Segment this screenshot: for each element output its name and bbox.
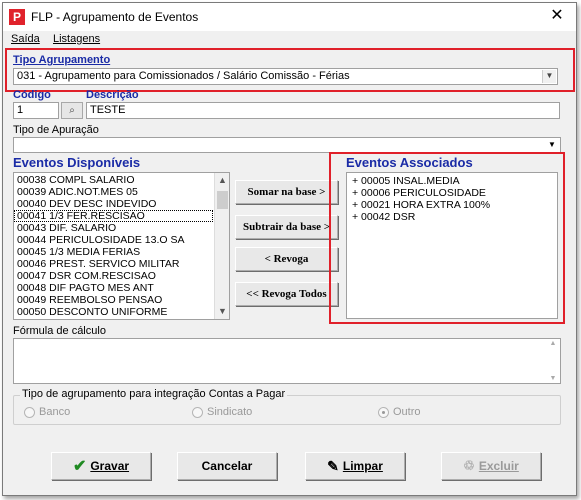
descricao-label: Descrição <box>86 89 139 101</box>
eventos-associados-rows: + 00005 INSAL.MEDIA + 00006 PERICULOSIDAD… <box>349 175 557 223</box>
chevron-down-icon[interactable]: ▼ <box>547 375 559 382</box>
codigo-label: Código <box>13 89 51 101</box>
list-item[interactable]: 00038 COMPL SALARIO <box>14 174 213 186</box>
menu-item-saida[interactable]: Saída <box>11 33 40 45</box>
list-item[interactable]: + 00005 INSAL.MEDIA <box>349 175 557 187</box>
excluir-label: Excluir <box>478 459 519 473</box>
revoga-todos-label: << Revoga Todos <box>246 288 327 300</box>
codigo-input[interactable]: 1 <box>13 102 59 119</box>
tipo-agrupamento-value: 031 - Agrupamento para Comissionados / S… <box>17 70 350 82</box>
limpar-button[interactable]: ✎ Limpar <box>305 452 405 480</box>
excluir-button[interactable]: ♲ Excluir <box>441 452 541 480</box>
menu-item-listagens[interactable]: Listagens <box>53 33 100 45</box>
gravar-button[interactable]: ✔ Gravar <box>51 452 151 480</box>
integracao-groupbox: Tipo de agrupamento para integração Cont… <box>13 388 561 425</box>
title-bar: P FLP - Agrupamento de Eventos ✕ <box>3 3 576 31</box>
chevron-up-icon[interactable]: ▲ <box>215 173 229 188</box>
chevron-up-icon[interactable]: ▲ <box>547 340 559 347</box>
list-item[interactable]: 00047 DSR COM.RESCISAO <box>14 270 213 282</box>
formula-scrollbar[interactable]: ▲ ▼ <box>547 340 559 382</box>
list-item[interactable]: + 00006 PERICULOSIDADE <box>349 187 557 199</box>
main-window: P FLP - Agrupamento de Eventos ✕ Saída L… <box>2 2 577 496</box>
menu-bar: Saída Listagens <box>3 31 576 47</box>
list-item[interactable]: 00049 REEMBOLSO PENSAO <box>14 294 213 306</box>
list-item[interactable]: 00045 1/3 MEDIA FERIAS <box>14 246 213 258</box>
subtrair-label: Subtrair da base > <box>242 221 331 233</box>
radio-outro[interactable]: Outro <box>378 406 421 418</box>
tipo-apuracao-select[interactable]: ▼ <box>13 137 561 153</box>
list-item[interactable]: 00050 DESCONTO UNIFORME <box>14 306 213 318</box>
formula-label: Fórmula de cálculo <box>13 325 106 337</box>
list-item[interactable]: 00039 ADIC.NOT.MES 05 <box>14 186 213 198</box>
list-item[interactable]: 00044 PERICULOSIDADE 13.O SA <box>14 234 213 246</box>
trash-icon: ♲ <box>463 458 475 473</box>
window-title: FLP - Agrupamento de Eventos <box>31 10 199 24</box>
gravar-label: Gravar <box>90 459 130 473</box>
radio-circle-checked[interactable] <box>378 406 389 418</box>
radio-outro-label: Outro <box>393 406 421 418</box>
subtrair-da-base-button[interactable]: Subtrair da base > <box>235 215 338 239</box>
eventos-associados-list[interactable]: + 00005 INSAL.MEDIA + 00006 PERICULOSIDAD… <box>346 172 558 319</box>
eventos-associados-label: Eventos Associados <box>346 155 473 170</box>
radio-sindicato-label: Sindicato <box>207 406 253 418</box>
revoga-todos-button[interactable]: << Revoga Todos <box>235 282 338 306</box>
radio-sindicato[interactable]: Sindicato <box>192 406 252 418</box>
tipo-agrupamento-label: Tipo Agrupamento <box>13 54 111 66</box>
revoga-label: < Revoga <box>264 253 309 265</box>
close-button[interactable]: ✕ <box>548 7 566 25</box>
list-item[interactable]: 00046 PREST. SERVICO MILITAR <box>14 258 213 270</box>
descricao-value: TESTE <box>90 104 126 116</box>
list-item[interactable]: + 00021 HORA EXTRA 100% <box>349 199 557 211</box>
tipo-apuracao-label: Tipo de Apuração <box>13 124 99 136</box>
cancelar-label: Cancelar <box>201 459 253 473</box>
list-item[interactable]: 00041 1/3 FER.RESCISAO <box>14 210 213 222</box>
list-item[interactable]: 00040 DEV DESC INDEVIDO <box>14 198 213 210</box>
checkmark-icon: ✔ <box>72 458 87 475</box>
eraser-icon: ✎ <box>327 457 339 474</box>
eventos-disponiveis-scrollbar[interactable]: ▲ ▼ <box>214 173 229 319</box>
somar-label: Somar na base > <box>247 186 326 198</box>
radio-circle[interactable] <box>192 406 203 418</box>
list-item[interactable]: 00043 DIF. SALARIO <box>14 222 213 234</box>
formula-textarea[interactable]: ▲ ▼ <box>13 338 561 384</box>
somar-na-base-button[interactable]: Somar na base > <box>235 180 338 204</box>
radio-banco[interactable]: Banco <box>24 406 70 418</box>
binoculars-icon[interactable]: ⌕ <box>61 102 83 119</box>
limpar-label: Limpar <box>342 459 383 473</box>
chevron-down-icon[interactable]: ▼ <box>215 304 229 319</box>
eventos-disponiveis-label: Eventos Disponíveis <box>13 155 141 170</box>
revoga-button[interactable]: < Revoga <box>235 247 338 271</box>
codigo-value: 1 <box>17 104 24 116</box>
chevron-down-icon[interactable]: ▼ <box>545 139 559 151</box>
radio-banco-label: Banco <box>39 406 71 418</box>
descricao-input[interactable]: TESTE <box>86 102 560 119</box>
integracao-title: Tipo de agrupamento para integração Cont… <box>20 388 288 400</box>
radio-circle[interactable] <box>24 406 35 418</box>
scroll-thumb[interactable] <box>217 191 228 209</box>
list-item[interactable]: + 00042 DSR <box>349 211 557 223</box>
tipo-agrupamento-select[interactable]: 031 - Agrupamento para Comissionados / S… <box>13 68 558 85</box>
eventos-disponiveis-rows: 00038 COMPL SALARIO 00039 ADIC.NOT.MES 05… <box>14 174 213 318</box>
eventos-disponiveis-list[interactable]: 00038 COMPL SALARIO 00039 ADIC.NOT.MES 05… <box>13 172 230 320</box>
cancelar-button[interactable]: Cancelar <box>177 452 277 480</box>
chevron-down-icon[interactable]: ▼ <box>542 70 556 83</box>
list-item[interactable]: 00048 DIF PAGTO MES ANT <box>14 282 213 294</box>
app-logo-icon: P <box>9 9 25 25</box>
